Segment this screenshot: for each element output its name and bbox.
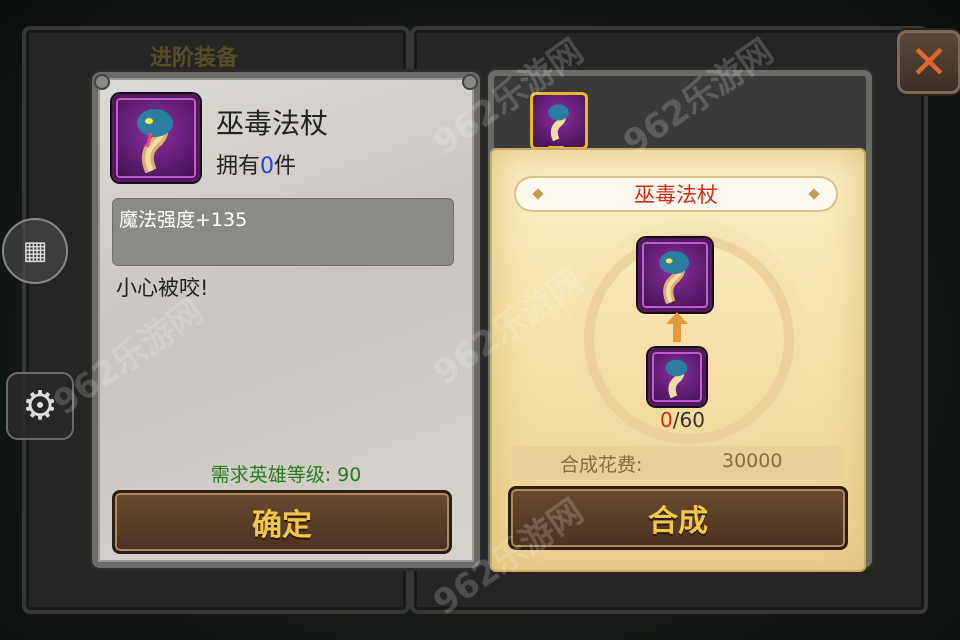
cost-label: 合成花费:: [560, 454, 643, 476]
fragment-count: 0/60: [660, 408, 705, 432]
synthesize-label: 合成: [648, 504, 708, 539]
cost-value: 30000: [722, 450, 783, 472]
close-button[interactable]: ✕: [897, 30, 960, 94]
fragment-current: 0: [660, 408, 673, 432]
item-icon: [112, 94, 200, 182]
required-level: 需求英雄等级: 90: [210, 464, 362, 486]
cobra-icon: [137, 109, 173, 173]
fragment-total: /60: [672, 408, 705, 432]
fragment-icon[interactable]: [648, 348, 706, 406]
owned-number: 0: [260, 154, 275, 179]
grid-icon: ▦: [22, 236, 48, 266]
confirm-label: 确定: [252, 508, 312, 543]
cobra-icon: [659, 250, 690, 304]
close-icon: ✕: [909, 35, 949, 89]
synthesis-title: 巫毒法杖: [516, 178, 836, 210]
result-item-icon[interactable]: [638, 238, 712, 312]
confirm-button[interactable]: 确定: [112, 490, 452, 554]
menu-button[interactable]: ▦: [2, 218, 68, 284]
up-arrow-icon: [666, 312, 688, 342]
rivet: [94, 74, 110, 90]
item-name: 巫毒法杖: [216, 107, 329, 140]
cobra-icon: [665, 359, 688, 398]
flavor-text: 小心被咬!: [116, 276, 209, 300]
owned-count: 拥有0件: [216, 148, 296, 180]
cobra-icon: [548, 104, 569, 141]
cost-row: 合成花费: 30000: [512, 446, 844, 480]
stat-box: 魔法强度+135: [112, 198, 454, 266]
stat-text: 魔法强度+135: [119, 209, 248, 231]
owned-prefix: 拥有: [216, 154, 261, 179]
owned-suffix: 件: [274, 154, 297, 179]
